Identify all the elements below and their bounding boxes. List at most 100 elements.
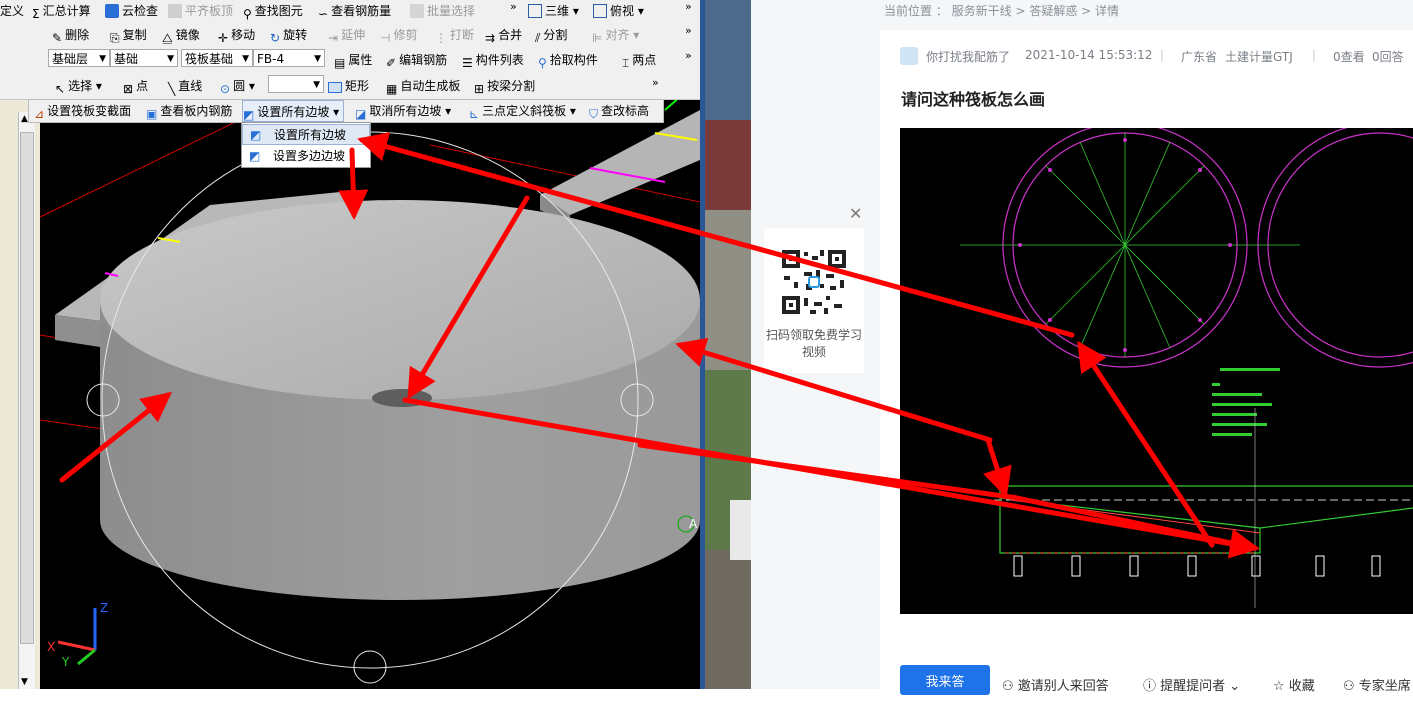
rotate-icon: ↻ [270, 31, 281, 45]
find-element-button[interactable]: ⚲ 查找图元 [243, 0, 303, 22]
elevation-icon: ⛉ [589, 107, 599, 121]
element-list-button[interactable]: ☰ 构件列表 [462, 49, 524, 71]
rotate-button[interactable]: ↻ 旋转 [270, 24, 307, 46]
break-button[interactable]: ⋮ 打断 [435, 24, 474, 46]
qr-caption: 扫码领取免费学习视频 [765, 328, 862, 359]
merge-button[interactable]: ⇉ 合并 [485, 24, 522, 46]
answer-button[interactable]: 我来答 [900, 665, 990, 695]
set-section-button[interactable]: ⊿ 设置筏板变截面 [34, 100, 131, 122]
rectangle-icon [328, 82, 342, 93]
view-3d-dropdown[interactable]: 三维 ▾ [528, 0, 579, 22]
scroll-up-icon[interactable]: ▲ [21, 114, 28, 124]
three-point-slope-label: 三点定义斜筏板 [482, 104, 567, 118]
question-title: 请问这种筏板怎么画 [901, 90, 1046, 109]
menu-item-label: 设置所有边坡 [274, 128, 347, 142]
cube-icon [528, 4, 542, 18]
raft-slab-toolbar: ⊿ 设置筏板变截面 ▣ 查看板内钢筋 ◩ 设置所有边坡 ▾ ◪ 取消所有边坡 ▾ ⊾ 三点… [28, 99, 664, 123]
menu-item-set-all-slopes[interactable]: ◩ 设置所有边坡 [242, 124, 370, 145]
qr-code-icon[interactable] [780, 248, 848, 316]
rectangle-label: 矩形 [345, 79, 370, 93]
merge-label: 合并 [498, 28, 523, 42]
trim-icon: ⊣ [380, 31, 391, 45]
line-label: 直线 [178, 79, 203, 93]
scroll-down-icon[interactable]: ▼ [21, 677, 28, 687]
align-dropdown[interactable]: ⊫ 对齐 ▾ [592, 24, 639, 46]
menu-item-set-multi-slopes[interactable]: ◩ 设置多边边坡 [242, 146, 370, 167]
flat-slab-top-button[interactable]: 平齐板顶 [168, 0, 233, 22]
overflow-chevron-icon-5[interactable]: » [652, 76, 659, 89]
set-section-label: 设置筏板变截面 [47, 104, 132, 118]
post-datetime: 2021-10-14 15:53:12 [1025, 48, 1153, 62]
auto-generate-button[interactable]: ▦ 自动生成板 [386, 75, 460, 97]
rectangle-button[interactable]: 矩形 [328, 75, 369, 97]
extend-button[interactable]: ⇥ 延伸 [328, 24, 365, 46]
mirror-button[interactable]: ⧋ 镜像 [162, 24, 200, 46]
chevron-down-icon: ▼ [313, 80, 320, 90]
define-menu[interactable]: 定义 [0, 0, 24, 22]
properties-button[interactable]: ▤ 属性 [334, 49, 372, 71]
extend-label: 延伸 [341, 28, 366, 42]
cancel-all-slopes-dropdown[interactable]: ◪ 取消所有边坡 ▾ [355, 100, 451, 122]
scrollbar-thumb[interactable] [20, 132, 34, 644]
view-rebar-button[interactable]: ∽ 查看钢筋量 [318, 0, 391, 22]
element-select[interactable]: FB-4 ▼ [253, 49, 325, 67]
overflow-chevron-icon-4[interactable]: » [685, 49, 692, 62]
select-dropdown[interactable]: ↖ 选择 ▾ [55, 75, 102, 97]
delete-label: 删除 [65, 28, 90, 42]
favorite-button[interactable]: ☆ 收藏 [1273, 675, 1315, 694]
trim-button[interactable]: ⊣ 修剪 [380, 24, 417, 46]
point-label: 点 [136, 79, 149, 93]
split-label: 分割 [543, 28, 568, 42]
point-button[interactable]: ⊠ 点 [123, 75, 148, 97]
two-point-button[interactable]: ⌶ 两点 [622, 49, 656, 71]
copy-button[interactable]: ⎘ 复制 [110, 24, 147, 46]
view-inner-rebar-button[interactable]: ▣ 查看板内钢筋 [146, 100, 232, 122]
three-point-slope-dropdown[interactable]: ⊾ 三点定义斜筏板 ▾ [469, 100, 576, 122]
invite-label: 邀请别人来回答 [1017, 679, 1109, 694]
set-all-slopes-dropdown[interactable]: ◩ 设置所有边坡 ▾ [242, 100, 345, 122]
auto-generate-label: 自动生成板 [400, 79, 461, 93]
two-point-label: 两点 [632, 53, 657, 67]
split-by-beam-button[interactable]: ⊞ 按梁分割 [474, 75, 535, 97]
question-image[interactable] [900, 128, 1413, 614]
top-view-dropdown[interactable]: 俯视 ▾ [593, 0, 644, 22]
close-icon[interactable]: ✕ [849, 204, 862, 223]
move-icon: ✛ [218, 31, 229, 45]
view-elevation-button[interactable]: ⛉ 查改标高 [589, 100, 649, 122]
draw-mode-select[interactable]: ▼ [268, 75, 324, 93]
point-icon: ⊠ [123, 82, 134, 96]
vertical-scrollbar[interactable]: ▲ ▼ [18, 112, 35, 689]
split-button[interactable]: ⫽ 分割 [535, 24, 567, 46]
sigma-icon: Σ [32, 7, 40, 21]
pick-element-button[interactable]: ⚲ 拾取构件 [538, 49, 598, 71]
line-button[interactable]: ╲ 直线 [168, 75, 202, 97]
circle-dropdown[interactable]: ⊙ 圆 ▾ [220, 75, 255, 97]
element-list-label: 构件列表 [475, 53, 524, 67]
author-name[interactable]: 你打扰我配筋了 [926, 48, 1010, 65]
cloud-check-button[interactable]: 云检查 [105, 0, 158, 22]
rotate-label: 旋转 [283, 28, 308, 42]
sum-calc-button[interactable]: Σ 汇总计算 [32, 0, 91, 22]
category-select[interactable]: 基础 ▼ [110, 49, 178, 67]
overflow-chevron-icon-2[interactable]: » [685, 0, 692, 13]
list-icon: ☰ [462, 56, 473, 70]
grid-icon: ▦ [386, 82, 398, 96]
edit-rebar-button[interactable]: ✐ 编辑钢筋 [386, 49, 447, 71]
batch-select-button[interactable]: 批量选择 [410, 0, 475, 22]
breadcrumb: 当前位置 ： 服务新干线 > 答疑解惑 > 详情 [884, 4, 1119, 18]
overflow-chevron-icon-3[interactable]: » [685, 24, 692, 37]
remind-dropdown[interactable]: ⓘ 提醒提问者 ⌄ [1143, 675, 1240, 694]
grip-bottom[interactable] [353, 650, 387, 684]
view-3d-label: 三维 [545, 4, 570, 18]
axis-triad: Z X Y [47, 601, 108, 669]
delete-button[interactable]: ✎ 删除 [52, 24, 89, 46]
invite-link[interactable]: ⚇ 邀请别人来回答 [1002, 675, 1109, 694]
axis-x-label: X [47, 640, 55, 654]
move-button[interactable]: ✛ 移动 [218, 24, 255, 46]
circle-label: 圆 [233, 79, 246, 93]
type-select[interactable]: 筏板基础 ▼ [181, 49, 253, 67]
overflow-chevron-icon[interactable]: » [510, 0, 517, 13]
expert-link[interactable]: ⚇ 专家坐席 [1343, 675, 1411, 694]
layer-select[interactable]: 基础层 ▼ [48, 49, 110, 67]
avatar[interactable] [900, 47, 918, 65]
